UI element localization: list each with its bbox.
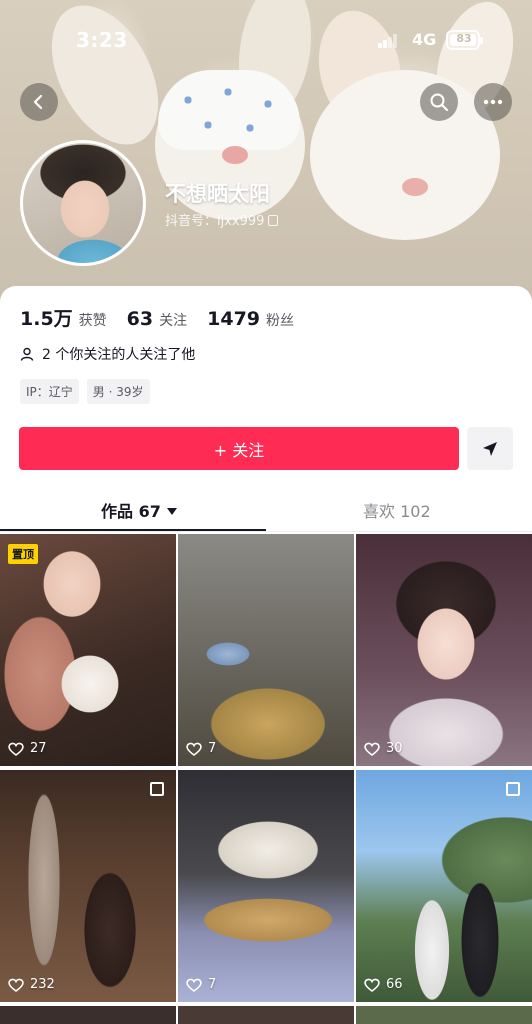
gender-age-tag: 男 · 39岁: [86, 379, 150, 404]
heart-icon: [186, 978, 202, 992]
video-likes: 7: [186, 977, 216, 992]
status-time: 3:23: [76, 28, 128, 52]
multi-image-icon: [150, 782, 164, 796]
likes-count: 30: [386, 741, 403, 756]
more-button[interactable]: [474, 83, 512, 121]
avatar[interactable]: [20, 140, 146, 266]
profile-nickname: 不想晒太阳: [165, 182, 270, 206]
video-thumbnail[interactable]: 30: [356, 534, 532, 766]
stat-followers[interactable]: 1479 粉丝: [207, 308, 294, 330]
battery-tip: [480, 37, 483, 44]
heart-icon: [8, 978, 24, 992]
share-icon: [483, 441, 497, 456]
heart-icon: [364, 742, 380, 756]
battery-percent: 83: [456, 32, 472, 45]
video-likes: 30: [364, 741, 403, 756]
video-thumbnail[interactable]: 7: [178, 770, 354, 1002]
stat-label: 关注: [159, 313, 188, 329]
heart-icon: [8, 742, 24, 756]
likes-count: 7: [208, 741, 217, 756]
mutual-followers[interactable]: 2 个你关注的人关注了他: [20, 344, 195, 364]
tab-likes[interactable]: 喜欢 102: [363, 498, 431, 522]
copy-icon[interactable]: [268, 215, 279, 226]
stat-value: 63: [126, 308, 154, 330]
search-icon: [430, 93, 449, 112]
stat-likes[interactable]: 1.5万 获赞: [20, 304, 107, 331]
profile-stats: 1.5万 获赞 63 关注 1479 粉丝: [20, 304, 314, 331]
status-bar: 3:23 4G 83: [0, 22, 532, 58]
cover-photo-detail: [402, 178, 428, 196]
account-id[interactable]: 抖音号：ljxx999: [165, 210, 279, 229]
heart-icon: [364, 978, 380, 992]
share-button[interactable]: [467, 427, 513, 470]
stat-following[interactable]: 63 关注: [127, 308, 187, 330]
video-likes: 7: [186, 741, 216, 756]
content-tabs: 作品 67 喜欢 102: [0, 486, 532, 532]
video-likes: 232: [8, 977, 55, 992]
signal-icon: [378, 34, 398, 48]
video-thumbnail[interactable]: 7: [178, 534, 354, 766]
video-thumbnail[interactable]: [0, 1006, 176, 1024]
pinned-badge: 置顶: [8, 544, 38, 564]
tab-indicator: [0, 529, 266, 531]
battery-icon: 83: [446, 30, 483, 50]
likes-count: 66: [386, 977, 403, 992]
cover-photo-detail: [222, 146, 248, 164]
video-thumbnail[interactable]: 置顶 27: [0, 534, 176, 766]
more-icon: [483, 99, 503, 105]
video-thumbnail[interactable]: 232: [0, 770, 176, 1002]
ip-tag: IP：辽宁: [20, 379, 79, 404]
mutual-text: 2 个你关注的人关注了他: [42, 347, 196, 363]
heart-icon: [186, 742, 202, 756]
likes-count: 27: [30, 741, 47, 756]
profile-tags: IP：辽宁 男 · 39岁: [20, 379, 158, 404]
video-thumbnail[interactable]: [178, 1006, 354, 1024]
caret-down-icon: [166, 508, 177, 515]
stat-value: 1.5万: [20, 308, 73, 330]
account-id-text: 抖音号：ljxx999: [165, 214, 265, 229]
video-likes: 66: [364, 977, 403, 992]
stat-label: 获赞: [78, 313, 107, 329]
cover-photo-detail: [158, 70, 300, 150]
tab-works[interactable]: 作品 67: [101, 498, 177, 522]
back-button[interactable]: [20, 83, 58, 121]
likes-count: 232: [30, 977, 55, 992]
profile-sheet: 1.5万 获赞 63 关注 1479 粉丝 2 个你关注的人关注了他 IP：辽宁…: [0, 286, 532, 1024]
video-thumbnail[interactable]: [356, 1006, 532, 1024]
back-icon: [33, 94, 43, 110]
stat-value: 1479: [207, 308, 261, 330]
network-type: 4G: [412, 30, 437, 49]
tab-works-label: 作品 67: [101, 502, 161, 521]
cover-photo-detail: [310, 70, 500, 240]
user-icon: [20, 347, 34, 361]
search-button[interactable]: [420, 83, 458, 121]
stat-label: 粉丝: [266, 313, 295, 329]
video-likes: 27: [8, 741, 47, 756]
profile-cover: 3:23 4G 83 不想晒太阳 抖音号：ljxx999: [0, 0, 532, 320]
video-thumbnail[interactable]: 66: [356, 770, 532, 1002]
follow-button[interactable]: + 关注: [19, 427, 459, 470]
multi-image-icon: [506, 782, 520, 796]
likes-count: 7: [208, 977, 217, 992]
